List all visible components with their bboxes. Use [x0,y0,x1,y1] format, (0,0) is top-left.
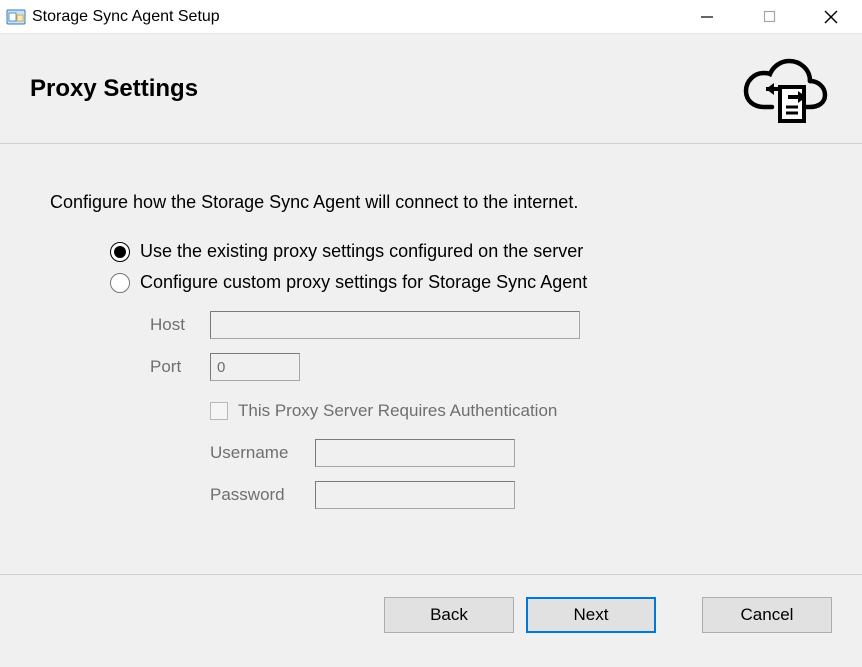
radio-custom-proxy[interactable] [110,273,130,293]
titlebar: Storage Sync Agent Setup [0,0,862,34]
maximize-button [738,0,800,33]
minimize-button[interactable] [676,0,738,33]
header-panel: Proxy Settings [0,34,862,144]
auth-checkbox-label: This Proxy Server Requires Authenticatio… [238,401,557,421]
back-button[interactable]: Back [384,597,514,633]
window-title: Storage Sync Agent Setup [32,8,676,26]
installer-icon [6,7,26,27]
footer-buttons: Back Next Cancel [0,574,862,655]
radio-row-existing: Use the existing proxy settings configur… [110,241,812,262]
radio-existing-label[interactable]: Use the existing proxy settings configur… [140,241,583,262]
page-title: Proxy Settings [30,75,198,103]
auth-checkbox-row: This Proxy Server Requires Authenticatio… [210,401,812,421]
next-button[interactable]: Next [526,597,656,633]
radio-custom-label[interactable]: Configure custom proxy settings for Stor… [140,272,587,293]
password-input[interactable] [315,481,515,509]
intro-text: Configure how the Storage Sync Agent wil… [50,192,812,213]
custom-proxy-form: Host Port This Proxy Server Requires Aut… [150,311,812,509]
minimize-icon [700,10,714,24]
host-input[interactable] [210,311,580,339]
proxy-mode-radios: Use the existing proxy settings configur… [110,241,812,509]
password-row: Password [210,481,812,509]
close-icon [823,9,839,25]
cloud-sync-icon [732,45,832,133]
cancel-button[interactable]: Cancel [702,597,832,633]
window-controls [676,0,862,33]
username-input[interactable] [315,439,515,467]
auth-checkbox[interactable] [210,402,228,420]
radio-row-custom: Configure custom proxy settings for Stor… [110,272,812,293]
button-spacer [668,597,690,633]
port-label: Port [150,357,210,377]
content-area: Configure how the Storage Sync Agent wil… [0,144,862,574]
close-button[interactable] [800,0,862,33]
host-label: Host [150,315,210,335]
username-label: Username [210,443,315,463]
maximize-icon [763,10,776,23]
port-input[interactable] [210,353,300,381]
password-label: Password [210,485,315,505]
username-row: Username [210,439,812,467]
port-row: Port [150,353,812,381]
host-row: Host [150,311,812,339]
radio-existing-proxy[interactable] [110,242,130,262]
